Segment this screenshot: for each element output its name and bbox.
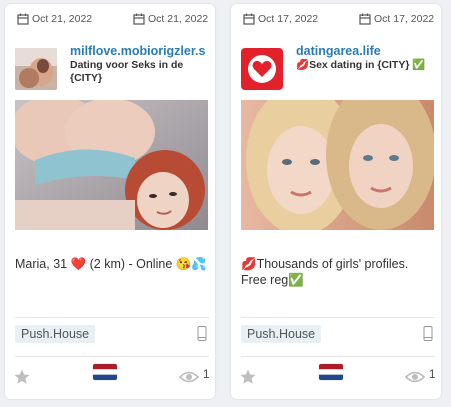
advertiser-domain[interactable]: datingarea.life xyxy=(296,44,436,58)
ad-image[interactable] xyxy=(15,100,208,230)
ad-description: 💋Thousands of girls' profiles. Free reg✅ xyxy=(241,257,409,287)
calendar-icon xyxy=(243,13,255,25)
divider xyxy=(15,356,209,357)
star-icon[interactable] xyxy=(239,368,257,386)
first-seen-date: Oct 17, 2022 xyxy=(243,13,318,25)
netherlands-flag-icon xyxy=(319,364,343,380)
calendar-icon xyxy=(17,13,29,25)
ad-card[interactable]: Oct 17, 2022 Oct 17, 2022 datingarea.lif… xyxy=(231,4,441,399)
first-seen-date: Oct 21, 2022 xyxy=(17,13,92,25)
star-icon[interactable] xyxy=(13,368,31,386)
date-text: Oct 17, 2022 xyxy=(374,13,435,25)
date-text: Oct 21, 2022 xyxy=(148,13,209,25)
date-text: Oct 17, 2022 xyxy=(258,13,319,25)
ad-description: Maria, 31 ❤️ (2 km) - Online 😘💦 xyxy=(15,257,207,271)
last-seen-date: Oct 21, 2022 xyxy=(133,13,208,25)
ad-image[interactable] xyxy=(241,100,434,230)
ad-network-tag[interactable]: Push.House xyxy=(241,325,322,343)
ad-title: Dating voor Seks in de {CITY} xyxy=(70,59,184,84)
advertiser-logo xyxy=(241,48,283,90)
date-text: Oct 21, 2022 xyxy=(32,13,93,25)
mobile-phone-icon xyxy=(197,326,207,341)
date-range: Oct 17, 2022 Oct 17, 2022 xyxy=(231,13,441,29)
eye-icon xyxy=(405,371,425,383)
ad-card[interactable]: Oct 21, 2022 Oct 21, 2022 milflove.mobio… xyxy=(5,4,215,399)
ad-title: 💋Sex dating in {CITY} ✅ xyxy=(296,59,426,71)
divider xyxy=(241,317,435,318)
calendar-icon xyxy=(133,13,145,25)
divider xyxy=(241,356,435,357)
eye-icon xyxy=(179,371,199,383)
view-count: 1 xyxy=(429,369,436,381)
mobile-phone-icon xyxy=(423,326,433,341)
divider xyxy=(15,317,209,318)
last-seen-date: Oct 17, 2022 xyxy=(359,13,434,25)
ad-network-tag[interactable]: Push.House xyxy=(15,325,96,343)
view-count: 1 xyxy=(203,369,210,381)
netherlands-flag-icon xyxy=(93,364,117,380)
advertiser-domain[interactable]: milflove.mobiorigzler.s xyxy=(70,44,210,58)
calendar-icon xyxy=(359,13,371,25)
advertiser-logo xyxy=(15,48,57,90)
date-range: Oct 21, 2022 Oct 21, 2022 xyxy=(5,13,215,29)
